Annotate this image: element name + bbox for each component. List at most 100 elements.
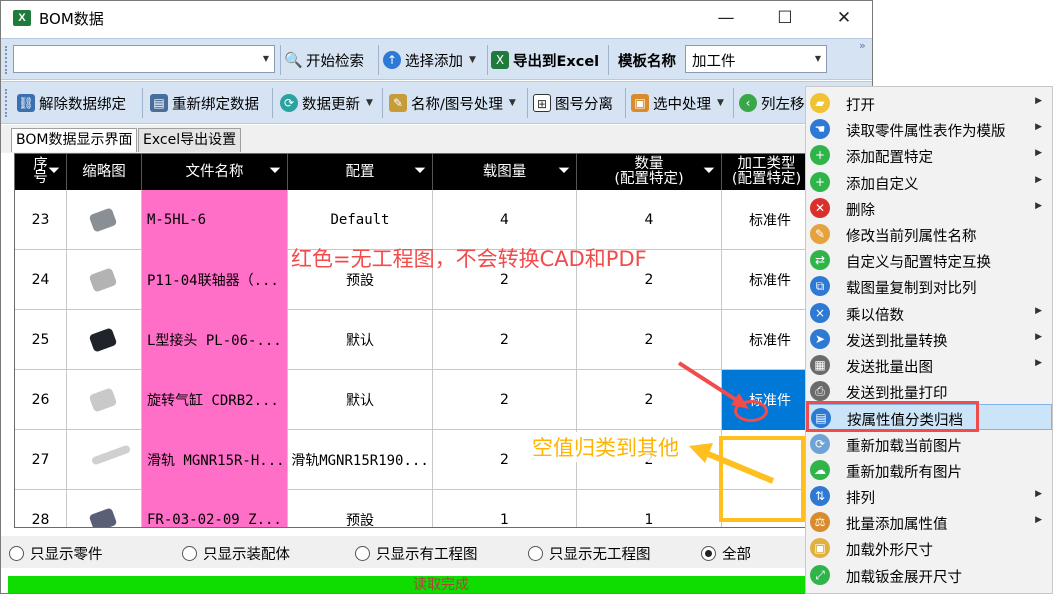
- menu-item-18[interactable]: ⤢ 加载钣金展开尺寸: [806, 562, 1052, 588]
- menu-item-8[interactable]: × 乘以倍数 ▶: [806, 300, 1052, 326]
- radio-dot[interactable]: [528, 546, 543, 561]
- template-select[interactable]: 加工件 ▼: [685, 45, 827, 73]
- radio-no-drawing[interactable]: 只显示无工程图: [528, 543, 651, 564]
- menu-item-13[interactable]: ⟳ 重新加载当前图片: [806, 431, 1052, 457]
- menu-item-4[interactable]: ✕ 删除 ▶: [806, 195, 1052, 221]
- tab-bom-display[interactable]: BOM数据显示界面: [11, 128, 138, 152]
- filter-icon[interactable]: ⏷: [703, 163, 715, 178]
- radio-all[interactable]: 全部: [701, 543, 751, 564]
- close-button[interactable]: ✕: [815, 1, 872, 35]
- col-header-count[interactable]: 数量 (配置特定) ⏷: [577, 154, 722, 190]
- chevron-down-icon[interactable]: ▼: [258, 46, 274, 72]
- config-cell[interactable]: 默认: [288, 370, 433, 430]
- split-number-button[interactable]: ⊞ 图号分离: [533, 87, 613, 119]
- filename-cell[interactable]: M-5HL-6: [142, 190, 288, 250]
- config-cell[interactable]: 滑轨MGNR15R190...: [288, 430, 433, 490]
- count-cell[interactable]: 1: [577, 490, 722, 527]
- filename-cell[interactable]: P11-04联轴器（...: [142, 250, 288, 310]
- col-header-seq[interactable]: 序号 ⏷: [15, 154, 67, 190]
- seq-cell[interactable]: 24: [15, 250, 67, 310]
- filename-cell[interactable]: L型接头 PL-06-...: [142, 310, 288, 370]
- thumbnail-cell[interactable]: [67, 430, 142, 490]
- radio-assemblies-only[interactable]: 只显示装配体: [182, 543, 290, 564]
- move-column-left-button[interactable]: ‹ 列左移: [739, 87, 805, 119]
- menu-item-15[interactable]: ⇅ 排列 ▶: [806, 483, 1052, 509]
- thumbnail-cell[interactable]: [67, 250, 142, 310]
- select-process-button[interactable]: ▣ 选中处理 ▼: [631, 87, 724, 119]
- maximize-button[interactable]: ☐: [756, 1, 814, 35]
- col-header-filename[interactable]: 文件名称 ⏷: [142, 154, 288, 190]
- menu-item-17[interactable]: ▣ 加载外形尺寸: [806, 535, 1052, 561]
- name-process-button[interactable]: ✎ 名称/图号处理 ▼: [389, 87, 516, 119]
- menu-item-0[interactable]: ▰ 打开 ▶: [806, 90, 1052, 116]
- qty-cell[interactable]: 1: [433, 490, 577, 527]
- bom-window: X BOM数据 — ☐ ✕ ▼ 🔍 开始检索 ↑ 选择添加 ▼ X 导出到Exc…: [0, 0, 873, 594]
- qty-cell[interactable]: 2: [433, 370, 577, 430]
- radio-parts-only[interactable]: 只显示零件: [9, 543, 103, 564]
- table-row[interactable]: 23 M-5HL-6 Default 4 4 标准件: [15, 190, 872, 250]
- seq-cell[interactable]: 25: [15, 310, 67, 370]
- select-add-label: 选择添加: [405, 53, 463, 70]
- seq-cell[interactable]: 23: [15, 190, 67, 250]
- multiply-icon: ×: [810, 302, 830, 323]
- filter-icon[interactable]: ⏷: [48, 163, 60, 178]
- chevron-down-icon: ▼: [469, 55, 476, 65]
- plus-icon: +: [810, 145, 830, 166]
- unbind-data-button[interactable]: ⛓ 解除数据绑定: [17, 87, 126, 119]
- menu-item-10[interactable]: ▦ 发送批量出图 ▶: [806, 352, 1052, 378]
- menu-item-2[interactable]: + 添加配置特定 ▶: [806, 142, 1052, 168]
- filename-cell[interactable]: 滑轨 MGNR15R-H...: [142, 430, 288, 490]
- menu-item-5[interactable]: ✎ 修改当前列属性名称: [806, 221, 1052, 247]
- filter-icon[interactable]: ⏷: [269, 163, 281, 178]
- thumbnail-cell[interactable]: [67, 490, 142, 527]
- minimize-button[interactable]: —: [697, 1, 755, 35]
- radio-dot[interactable]: [9, 546, 24, 561]
- filter-icon[interactable]: ⏷: [558, 163, 570, 178]
- col-header-type[interactable]: 加工类型 (配置特定): [722, 154, 812, 190]
- overflow-chevron-icon[interactable]: »: [859, 39, 866, 52]
- radio-dot[interactable]: [355, 546, 370, 561]
- seq-cell[interactable]: 26: [15, 370, 67, 430]
- radio-dot-selected[interactable]: [701, 546, 716, 561]
- qty-cell[interactable]: 2: [433, 310, 577, 370]
- search-combobox[interactable]: ▼: [13, 45, 275, 73]
- col-header-thumb[interactable]: 缩略图: [67, 154, 142, 190]
- select-add-button[interactable]: ↑ 选择添加 ▼: [383, 44, 476, 76]
- filename-cell[interactable]: FR-03-02-09 Z...: [142, 490, 288, 527]
- col-header-qty[interactable]: 载图量 ⏷: [433, 154, 577, 190]
- thumbnail-cell[interactable]: [67, 190, 142, 250]
- menu-item-16[interactable]: ⚖ 批量添加属性值 ▶: [806, 509, 1052, 535]
- menu-item-6[interactable]: ⇄ 自定义与配置特定互换: [806, 247, 1052, 273]
- start-search-button[interactable]: 🔍 开始检索: [284, 44, 364, 76]
- menu-item-9[interactable]: ➤ 发送到批量转换 ▶: [806, 326, 1052, 352]
- toolbar-grip[interactable]: [5, 46, 9, 74]
- thumbnail-cell[interactable]: [67, 370, 142, 430]
- export-excel-button[interactable]: X 导出到Excel: [491, 44, 599, 76]
- toolbar-separator: [487, 45, 488, 75]
- menu-item-7[interactable]: ⧉ 载图量复制到对比列: [806, 273, 1052, 299]
- menu-item-label: 修改当前列属性名称: [846, 229, 977, 245]
- count-cell[interactable]: 4: [577, 190, 722, 250]
- unlink-icon: ⛓: [17, 94, 35, 112]
- thumbnail-cell[interactable]: [67, 310, 142, 370]
- col-header-config[interactable]: 配置 ⏷: [288, 154, 433, 190]
- menu-item-14[interactable]: ☁ 重新加载所有图片: [806, 457, 1052, 483]
- tab-excel-export[interactable]: Excel导出设置: [138, 128, 242, 152]
- radio-has-drawing[interactable]: 只显示有工程图: [355, 543, 478, 564]
- data-update-button[interactable]: ⟳ 数据更新 ▼: [280, 87, 373, 119]
- config-cell[interactable]: 预設: [288, 490, 433, 527]
- radio-dot[interactable]: [182, 546, 197, 561]
- rebind-data-button[interactable]: ▤ 重新绑定数据: [150, 87, 259, 119]
- template-label-text: 模板名称: [618, 53, 676, 70]
- seq-cell[interactable]: 28: [15, 490, 67, 527]
- config-cell[interactable]: Default: [288, 190, 433, 250]
- filename-cell[interactable]: 旋转气缸 CDRB2...: [142, 370, 288, 430]
- filter-icon[interactable]: ⏷: [414, 163, 426, 178]
- menu-item-3[interactable]: + 添加自定义 ▶: [806, 169, 1052, 195]
- chevron-down-icon[interactable]: ▼: [810, 46, 826, 72]
- qty-cell[interactable]: 4: [433, 190, 577, 250]
- menu-item-1[interactable]: ☚ 读取零件属性表作为模版 ▶: [806, 116, 1052, 142]
- config-cell[interactable]: 默认: [288, 310, 433, 370]
- toolbar-grip[interactable]: [5, 89, 9, 117]
- seq-cell[interactable]: 27: [15, 430, 67, 490]
